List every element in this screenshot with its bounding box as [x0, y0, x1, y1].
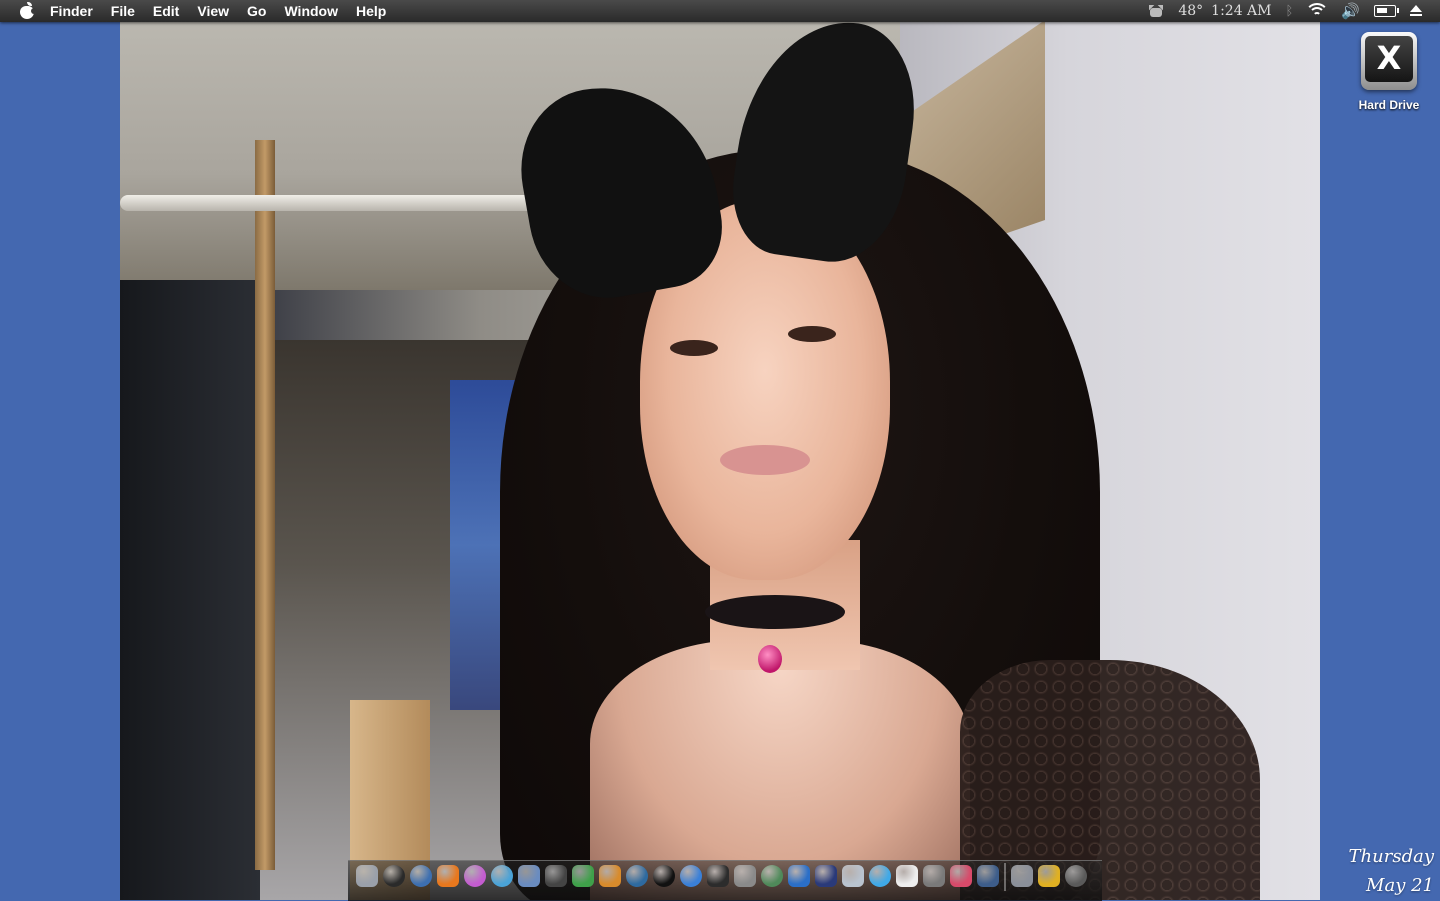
- dock-network-globe-icon[interactable]: [759, 861, 785, 891]
- temperature-readout[interactable]: 48°: [1178, 3, 1203, 19]
- dock-dashboard-icon[interactable]: [381, 861, 407, 891]
- dock-burger-app-icon[interactable]: [597, 861, 623, 891]
- dock-trash-icon[interactable]: [1063, 861, 1089, 891]
- hard-drive-desktop-icon[interactable]: X Hard Drive: [1350, 32, 1428, 112]
- day-label: Thursday: [1348, 846, 1434, 867]
- dock-separator: [1002, 861, 1008, 891]
- dock-bottle-icon[interactable]: [840, 861, 866, 891]
- dock-mail-icon[interactable]: [516, 861, 542, 891]
- dock-preferences-icon[interactable]: [921, 861, 947, 891]
- dock-safari-compass-icon[interactable]: [408, 861, 434, 891]
- menu-finder[interactable]: Finder: [50, 0, 102, 22]
- bluetooth-icon[interactable]: ᛒ: [1286, 4, 1294, 19]
- drive-glyph: X: [1365, 36, 1413, 82]
- menu-edit[interactable]: Edit: [144, 0, 188, 22]
- dock-itunes-icon[interactable]: [462, 861, 488, 891]
- apple-menu-icon[interactable]: [20, 2, 37, 19]
- dock-downloads-folder-icon[interactable]: [1036, 861, 1062, 891]
- dock-chat-bubble-icon[interactable]: [786, 861, 812, 891]
- dock-pen-tool-icon[interactable]: [543, 861, 569, 891]
- hard-drive-icon: X: [1361, 32, 1417, 90]
- dock: [348, 860, 1102, 901]
- menu-bar: Finder File Edit View Go Window Help 48°…: [0, 0, 1440, 22]
- battery-icon[interactable]: [1374, 5, 1399, 17]
- dock-messages-icon[interactable]: [867, 861, 893, 891]
- desktop-wallpaper-photo: [120, 0, 1320, 900]
- date-label: May 21: [1366, 875, 1434, 896]
- dock-car-app-icon[interactable]: [732, 861, 758, 891]
- dock-finder-icon[interactable]: [354, 861, 380, 891]
- dock-safari-icon[interactable]: [678, 861, 704, 891]
- dock-eye-icon[interactable]: [651, 861, 677, 891]
- menu-window[interactable]: Window: [275, 0, 347, 22]
- dock-xcode-icon[interactable]: [813, 861, 839, 891]
- hard-drive-label: Hard Drive: [1358, 98, 1420, 112]
- menu-file[interactable]: File: [102, 0, 144, 22]
- dock-pin-icon[interactable]: [948, 861, 974, 891]
- dock-globe-icon[interactable]: [489, 861, 515, 891]
- cat-menu-icon[interactable]: [1148, 5, 1164, 17]
- dock-terminal-icon[interactable]: [705, 861, 731, 891]
- dock-cd-icon[interactable]: [624, 861, 650, 891]
- menu-go[interactable]: Go: [238, 0, 275, 22]
- menu-help[interactable]: Help: [347, 0, 395, 22]
- date-widget: Thursday May 21: [1349, 842, 1434, 900]
- dock-leaf-app-icon[interactable]: [570, 861, 596, 891]
- dock-documents-folder-icon[interactable]: [1009, 861, 1035, 891]
- eject-icon[interactable]: [1410, 4, 1422, 18]
- menu-view[interactable]: View: [188, 0, 238, 22]
- dock-monitor-icon[interactable]: [975, 861, 1001, 891]
- dock-firefox-icon[interactable]: [435, 861, 461, 891]
- menu-clock[interactable]: 1:24 AM: [1211, 3, 1271, 19]
- wifi-icon[interactable]: [1307, 3, 1328, 19]
- status-menus: 48° 1:24 AM ᛒ 🔊: [1134, 0, 1440, 22]
- volume-icon[interactable]: 🔊: [1341, 2, 1360, 20]
- dock-calendar-icon[interactable]: [894, 861, 920, 891]
